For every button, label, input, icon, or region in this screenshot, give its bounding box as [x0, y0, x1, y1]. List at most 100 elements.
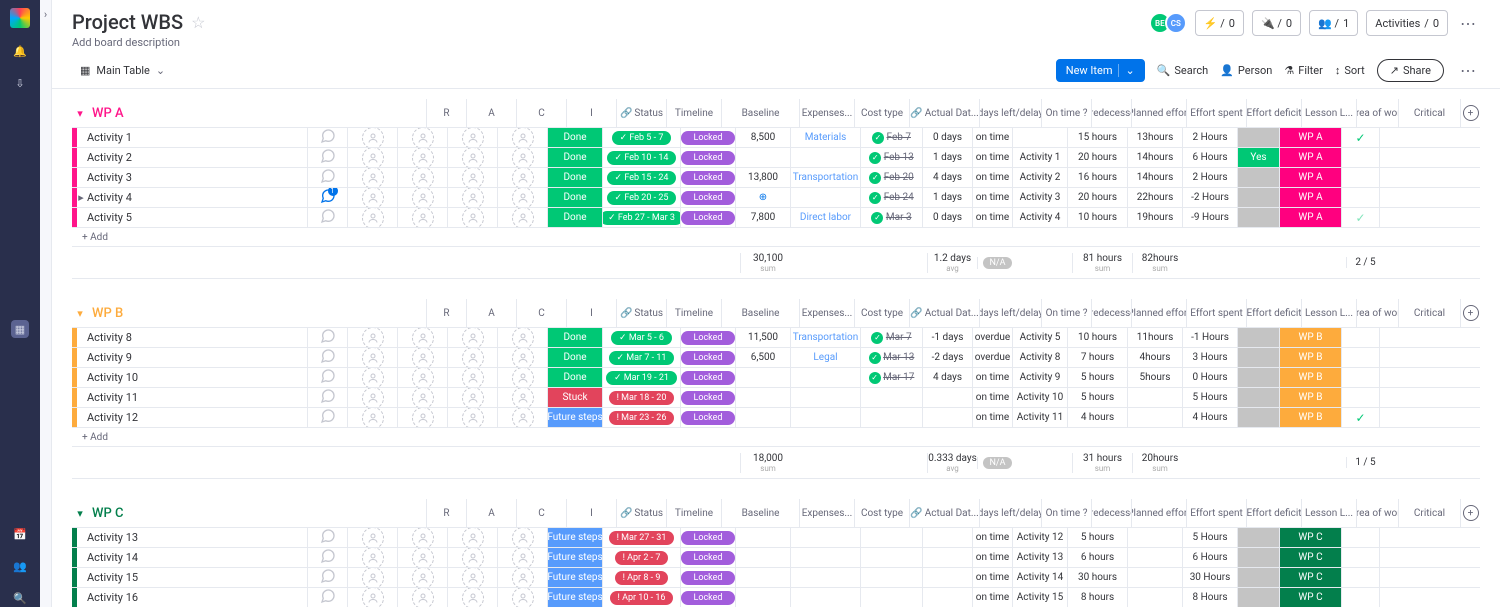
status-cell[interactable]: Done — [548, 328, 602, 347]
actual-date-cell[interactable]: ✓ Mar 13 — [860, 348, 922, 367]
planned-effort-cell[interactable]: 6 hours — [1067, 548, 1127, 567]
person-icon[interactable] — [412, 128, 434, 147]
predecessor-cell[interactable]: Activity 14 — [1012, 568, 1067, 587]
person-icon[interactable] — [362, 348, 384, 367]
area-of-work-cell[interactable]: WP C — [1280, 528, 1341, 547]
column-header[interactable]: A — [466, 299, 516, 327]
column-header[interactable]: Lesson L... — [1301, 299, 1356, 327]
ontime-cell[interactable]: on time — [972, 548, 1012, 567]
person-icon[interactable] — [362, 568, 384, 587]
ontime-cell[interactable]: on time — [972, 568, 1012, 587]
timeline-cell[interactable]: ✓ Mar 7 - 11 — [609, 351, 675, 365]
person-icon[interactable] — [362, 588, 384, 607]
baseline-cell[interactable]: Locked — [681, 351, 735, 365]
lesson-learned-cell[interactable] — [1238, 568, 1279, 587]
expenses-cell[interactable] — [735, 548, 790, 567]
effort-spent-cell[interactable]: 19hours — [1127, 208, 1182, 227]
table-row[interactable]: Activity 1Done✓ Feb 5 - 7Locked8,500Mate… — [72, 127, 1480, 147]
critical-cell[interactable] — [1341, 148, 1379, 167]
item-name[interactable]: Activity 13 — [77, 528, 307, 547]
delay-cell[interactable]: 4 days — [922, 168, 972, 187]
person-icon[interactable] — [412, 208, 434, 227]
delay-cell[interactable] — [922, 528, 972, 547]
conversation-icon[interactable] — [320, 408, 336, 427]
delay-cell[interactable] — [922, 548, 972, 567]
board-options-menu[interactable]: ⋯ — [1456, 14, 1480, 33]
conversation-icon[interactable] — [320, 348, 336, 367]
expenses-cell[interactable]: ⊕ — [735, 188, 790, 207]
person-icon[interactable] — [412, 548, 434, 567]
area-of-work-cell[interactable]: WP B — [1280, 368, 1341, 387]
effort-deficit-cell[interactable]: -9 Hours — [1182, 208, 1237, 227]
column-header[interactable]: Cost type — [854, 499, 909, 527]
conversation-icon[interactable] — [320, 528, 336, 547]
ontime-cell[interactable]: on time — [972, 388, 1012, 407]
group-collapse-icon[interactable]: ▾ — [72, 307, 88, 320]
predecessor-cell[interactable] — [1012, 128, 1067, 147]
effort-spent-cell[interactable]: 22hours — [1127, 188, 1182, 207]
person-icon[interactable] — [412, 168, 434, 187]
effort-deficit-cell[interactable]: 3 Hours — [1182, 348, 1237, 367]
cost-type-cell[interactable] — [790, 388, 860, 407]
area-of-work-cell[interactable]: WP B — [1280, 408, 1341, 427]
expenses-cell[interactable]: 11,500 — [735, 328, 790, 347]
actual-date-cell[interactable]: ✓ Mar 7 — [860, 328, 922, 347]
person-icon[interactable] — [512, 148, 534, 167]
person-icon[interactable] — [512, 368, 534, 387]
person-icon[interactable] — [462, 348, 484, 367]
expenses-cell[interactable] — [735, 408, 790, 427]
person-icon[interactable] — [362, 168, 384, 187]
ontime-cell[interactable]: on time — [972, 148, 1012, 167]
planned-effort-cell[interactable]: 20 hours — [1067, 188, 1127, 207]
person-icon[interactable] — [412, 188, 434, 207]
view-options-menu[interactable]: ⋯ — [1456, 61, 1480, 80]
predecessor-cell[interactable]: Activity 8 — [1012, 348, 1067, 367]
area-of-work-cell[interactable]: WP A — [1280, 188, 1341, 207]
expenses-cell[interactable]: 6,500 — [735, 348, 790, 367]
actual-date-cell[interactable] — [860, 568, 922, 587]
timeline-cell[interactable]: ! Apr 2 - 7 — [615, 551, 669, 565]
column-header[interactable]: Planned effort — [1131, 499, 1186, 527]
column-header[interactable]: Critical — [1398, 499, 1460, 527]
timeline-cell[interactable]: ! Mar 18 - 20 — [609, 391, 675, 405]
person-icon[interactable] — [362, 548, 384, 567]
person-icon[interactable] — [462, 368, 484, 387]
cost-type-cell[interactable]: Legal — [790, 348, 860, 367]
lesson-learned-cell[interactable] — [1238, 188, 1279, 207]
delay-cell[interactable]: 1 days — [922, 148, 972, 167]
critical-cell[interactable] — [1341, 328, 1379, 347]
timeline-cell[interactable]: ✓ Feb 15 - 24 — [607, 171, 677, 185]
expenses-cell[interactable] — [735, 528, 790, 547]
actual-date-cell[interactable] — [860, 588, 922, 607]
area-of-work-cell[interactable]: WP B — [1280, 328, 1341, 347]
critical-cell[interactable] — [1341, 368, 1379, 387]
cost-type-cell[interactable] — [790, 588, 860, 607]
person-icon[interactable] — [512, 188, 534, 207]
actual-date-cell[interactable]: ✓ Feb 20 — [860, 168, 922, 187]
person-icon[interactable] — [512, 528, 534, 547]
table-row[interactable]: Activity 10Done✓ Mar 19 - 21Locked✓ Mar … — [72, 367, 1480, 387]
column-header[interactable]: Critical — [1398, 99, 1460, 127]
status-cell[interactable]: Future steps — [548, 408, 602, 427]
expenses-cell[interactable] — [735, 368, 790, 387]
lesson-learned-cell[interactable] — [1238, 408, 1279, 427]
table-row[interactable]: Activity 11Stuck! Mar 18 - 20Lockedon ti… — [72, 387, 1480, 407]
person-icon[interactable] — [512, 388, 534, 407]
table-row[interactable]: Activity 13Future steps! Mar 27 - 31Lock… — [72, 527, 1480, 547]
lesson-learned-cell[interactable] — [1238, 128, 1279, 147]
person-icon[interactable] — [462, 148, 484, 167]
conversation-icon[interactable] — [320, 148, 336, 167]
person-icon[interactable] — [362, 408, 384, 427]
effort-deficit-cell[interactable]: 6 Hours — [1182, 548, 1237, 567]
notifications-icon[interactable]: 🔔 — [11, 42, 29, 60]
status-cell[interactable]: Stuck — [548, 388, 602, 407]
predecessor-cell[interactable]: Activity 3 — [1012, 188, 1067, 207]
conversation-icon[interactable] — [320, 368, 336, 387]
predecessor-cell[interactable]: Activity 5 — [1012, 328, 1067, 347]
lesson-learned-cell[interactable] — [1238, 208, 1279, 227]
delay-cell[interactable] — [922, 388, 972, 407]
ontime-cell[interactable]: on time — [972, 128, 1012, 147]
cost-type-cell[interactable]: Direct labor — [790, 208, 860, 227]
delay-cell[interactable]: 1 days — [922, 188, 972, 207]
expenses-cell[interactable]: 7,800 — [735, 208, 790, 227]
